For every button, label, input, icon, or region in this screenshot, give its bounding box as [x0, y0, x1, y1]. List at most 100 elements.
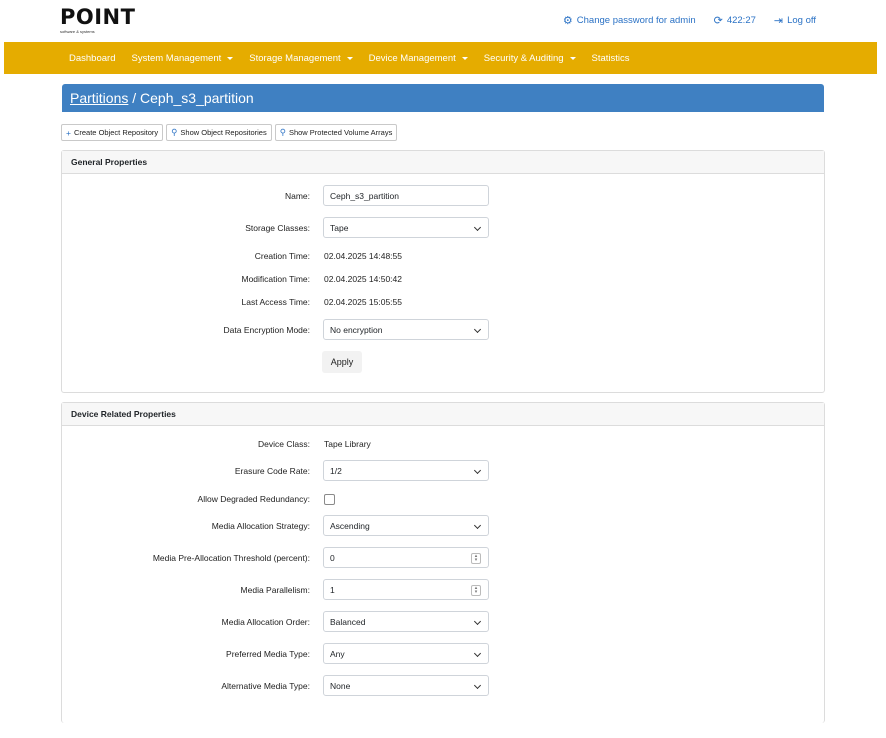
modification-time-row: Modification Time: 02.04.2025 14:50:42	[62, 268, 824, 290]
alternative-media-type-value: None	[330, 681, 351, 691]
chevron-down-icon	[473, 649, 482, 658]
spinner-icon[interactable]: ▴ ▾	[471, 553, 481, 564]
erasure-code-select[interactable]: 1/2	[323, 460, 489, 481]
allocation-strategy-row: Media Allocation Strategy: Ascending	[62, 515, 824, 537]
nav-security-auditing-label: Security & Auditing	[483, 52, 564, 64]
device-class-value: Tape Library	[324, 439, 371, 449]
allocation-strategy-select[interactable]: Ascending	[323, 515, 489, 536]
parallelism-row: Media Parallelism: 1 ▴ ▾	[62, 579, 824, 601]
modification-time-value: 02.04.2025 14:50:42	[324, 274, 402, 284]
encryption-mode-value: No encryption	[330, 325, 383, 335]
gear-icon: ⚙	[562, 14, 573, 27]
nav-system-management-label: System Management	[131, 52, 222, 64]
logo[interactable]: POINT software & systems	[60, 6, 135, 34]
nav-statistics-label: Statistics	[591, 52, 630, 64]
nav-device-management-label: Device Management	[368, 52, 456, 64]
spinner-icon[interactable]: ▴ ▾	[471, 585, 481, 596]
session-timer: 422:27	[726, 15, 756, 26]
degraded-redundancy-row: Allow Degraded Redundancy:	[62, 488, 824, 510]
storage-classes-row: Storage Classes: Tape	[62, 217, 824, 239]
creation-time-value: 02.04.2025 14:48:55	[324, 251, 402, 261]
chevron-down-icon	[473, 617, 482, 626]
name-label: Name:	[284, 191, 310, 201]
creation-time-label: Creation Time:	[254, 251, 310, 261]
parallelism-value: 1	[330, 585, 335, 595]
modification-time-label: Modification Time:	[241, 274, 311, 284]
nav-storage-management[interactable]: Storage Management	[241, 53, 360, 64]
creation-time-row: Creation Time: 02.04.2025 14:48:55	[62, 245, 824, 267]
nav-device-management[interactable]: Device Management	[361, 53, 476, 64]
search-icon: ⚲	[279, 127, 286, 137]
degraded-redundancy-checkbox[interactable]	[324, 494, 335, 505]
chevron-down-icon	[473, 325, 482, 334]
nav-dashboard-label: Dashboard	[69, 52, 116, 64]
nav-statistics[interactable]: Statistics	[584, 53, 638, 64]
name-row: Name: Ceph_s3_partition	[62, 185, 824, 207]
device-class-row: Device Class: Tape Library	[62, 433, 824, 455]
allocation-strategy-value: Ascending	[330, 521, 370, 531]
preferred-media-type-select[interactable]: Any	[323, 643, 489, 664]
show-protected-volume-arrays-button[interactable]: ⚲ Show Protected Volume Arrays	[274, 124, 398, 141]
show-protected-volume-arrays-label: Show Protected Volume Arrays	[288, 128, 393, 137]
last-access-time-row: Last Access Time: 02.04.2025 15:05:55	[62, 291, 824, 313]
plus-icon: +	[66, 127, 71, 138]
erasure-code-value: 1/2	[330, 466, 342, 476]
page-header: Partitions / Ceph_s3_partition	[62, 84, 824, 112]
device-class-label: Device Class:	[258, 439, 310, 449]
alternative-media-type-select[interactable]: None	[323, 675, 489, 696]
storage-classes-select[interactable]: Tape	[323, 217, 489, 238]
alternative-media-type-label: Alternative Media Type:	[221, 681, 310, 691]
create-object-repository-button[interactable]: + Create Object Repository	[61, 124, 164, 141]
allocation-order-label: Media Allocation Order:	[221, 617, 310, 627]
refresh-icon: ⟳	[713, 14, 723, 27]
change-password-link[interactable]: ⚙ Change password for admin	[563, 15, 696, 26]
name-input[interactable]: Ceph_s3_partition	[323, 185, 489, 206]
breadcrumb-partitions-link[interactable]: Partitions	[70, 90, 128, 106]
chevron-down-icon	[473, 681, 482, 690]
preallocation-input[interactable]: 0 ▴ ▾	[323, 547, 489, 568]
nav-dashboard[interactable]: Dashboard	[61, 53, 123, 64]
log-off-link[interactable]: ⇥ Log off	[774, 15, 816, 26]
search-icon: ⚲	[171, 127, 178, 137]
main-navbar: Dashboard System Management Storage Mana…	[4, 42, 877, 74]
caret-down-icon	[346, 56, 353, 60]
change-password-label: Change password for admin	[576, 15, 696, 26]
session-refresh-link[interactable]: ⟳ 422:27	[714, 15, 756, 26]
allocation-order-select[interactable]: Balanced	[323, 611, 489, 632]
page-title: Ceph_s3_partition	[140, 90, 254, 106]
erasure-code-label: Erasure Code Rate:	[234, 466, 310, 476]
action-toolbar: + Create Object Repository ⚲ Show Object…	[61, 124, 398, 141]
general-properties-panel: General Properties Name: Ceph_s3_partiti…	[61, 150, 825, 393]
encryption-mode-row: Data Encryption Mode: No encryption	[62, 319, 824, 341]
preferred-media-type-label: Preferred Media Type:	[226, 649, 310, 659]
storage-classes-value: Tape	[330, 223, 349, 233]
parallelism-label: Media Parallelism:	[240, 585, 310, 595]
parallelism-input[interactable]: 1 ▴ ▾	[323, 579, 489, 600]
chevron-down-icon	[473, 466, 482, 475]
preallocation-value: 0	[330, 553, 335, 563]
preferred-media-type-value: Any	[330, 649, 345, 659]
nav-system-management[interactable]: System Management	[123, 53, 241, 64]
allocation-strategy-label: Media Allocation Strategy:	[211, 521, 310, 531]
allocation-order-value: Balanced	[330, 617, 366, 627]
nav-security-auditing[interactable]: Security & Auditing	[476, 53, 584, 64]
apply-button[interactable]: Apply	[322, 351, 362, 373]
log-off-label: Log off	[787, 15, 816, 26]
top-bar: POINT software & systems ⚙ Change passwo…	[0, 0, 886, 42]
show-object-repositories-label: Show Object Repositories	[180, 128, 267, 137]
caret-down-icon	[227, 56, 234, 60]
encryption-mode-select[interactable]: No encryption	[323, 319, 489, 340]
breadcrumb-separator: /	[132, 90, 137, 106]
breadcrumb: Partitions / Ceph_s3_partition	[70, 90, 254, 106]
preferred-media-type-row: Preferred Media Type: Any	[62, 643, 824, 665]
encryption-mode-label: Data Encryption Mode:	[223, 325, 310, 335]
last-access-time-value: 02.04.2025 15:05:55	[324, 297, 402, 307]
nav-storage-management-label: Storage Management	[249, 52, 341, 64]
device-properties-heading: Device Related Properties	[62, 403, 824, 426]
caret-down-icon	[569, 56, 576, 60]
show-object-repositories-button[interactable]: ⚲ Show Object Repositories	[166, 124, 272, 141]
preallocation-label: Media Pre-Allocation Threshold (percent)…	[152, 553, 310, 563]
degraded-redundancy-label: Allow Degraded Redundancy:	[197, 494, 310, 504]
logo-subtitle: software & systems	[60, 29, 95, 34]
top-links: ⚙ Change password for admin ⟳ 422:27 ⇥ L…	[563, 15, 816, 26]
